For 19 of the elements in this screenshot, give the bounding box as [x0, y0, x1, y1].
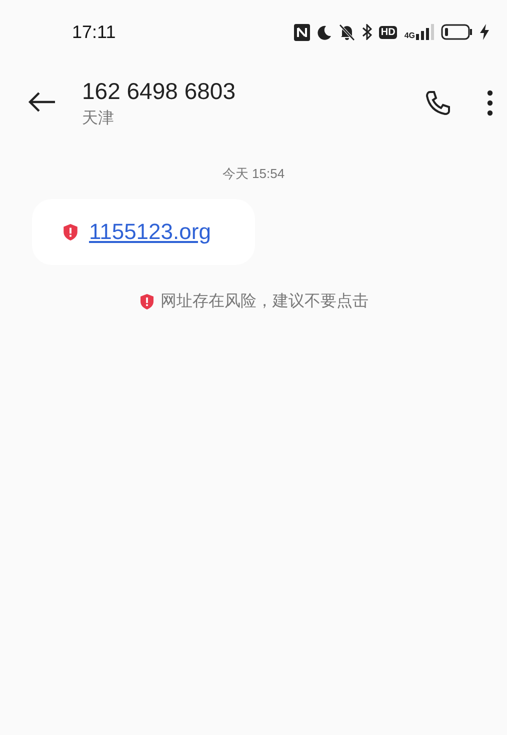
nfc-icon	[294, 24, 310, 40]
contact-location: 天津	[82, 108, 115, 129]
more-options-icon[interactable]	[487, 90, 493, 116]
message-link[interactable]: 1155123.org	[89, 219, 211, 245]
message-timestamp: 今天 15:54	[222, 165, 285, 183]
phone-icon[interactable]	[425, 90, 451, 116]
back-arrow-icon[interactable]	[26, 90, 58, 114]
charging-bolt-icon	[480, 24, 489, 40]
signal-icon	[416, 24, 434, 40]
moon-icon	[316, 24, 332, 40]
risk-warning-text: 网址存在风险，建议不要点击	[160, 292, 368, 312]
network-type-label: 4G	[404, 31, 415, 40]
hd-badge: HD	[378, 26, 398, 38]
contact-number: 162 6498 6803	[82, 77, 236, 106]
status-time: 17:11	[72, 22, 116, 42]
bell-off-icon	[338, 24, 355, 40]
battery-icon	[441, 24, 473, 40]
bluetooth-icon	[362, 24, 372, 40]
risk-shield-icon	[138, 293, 154, 310]
